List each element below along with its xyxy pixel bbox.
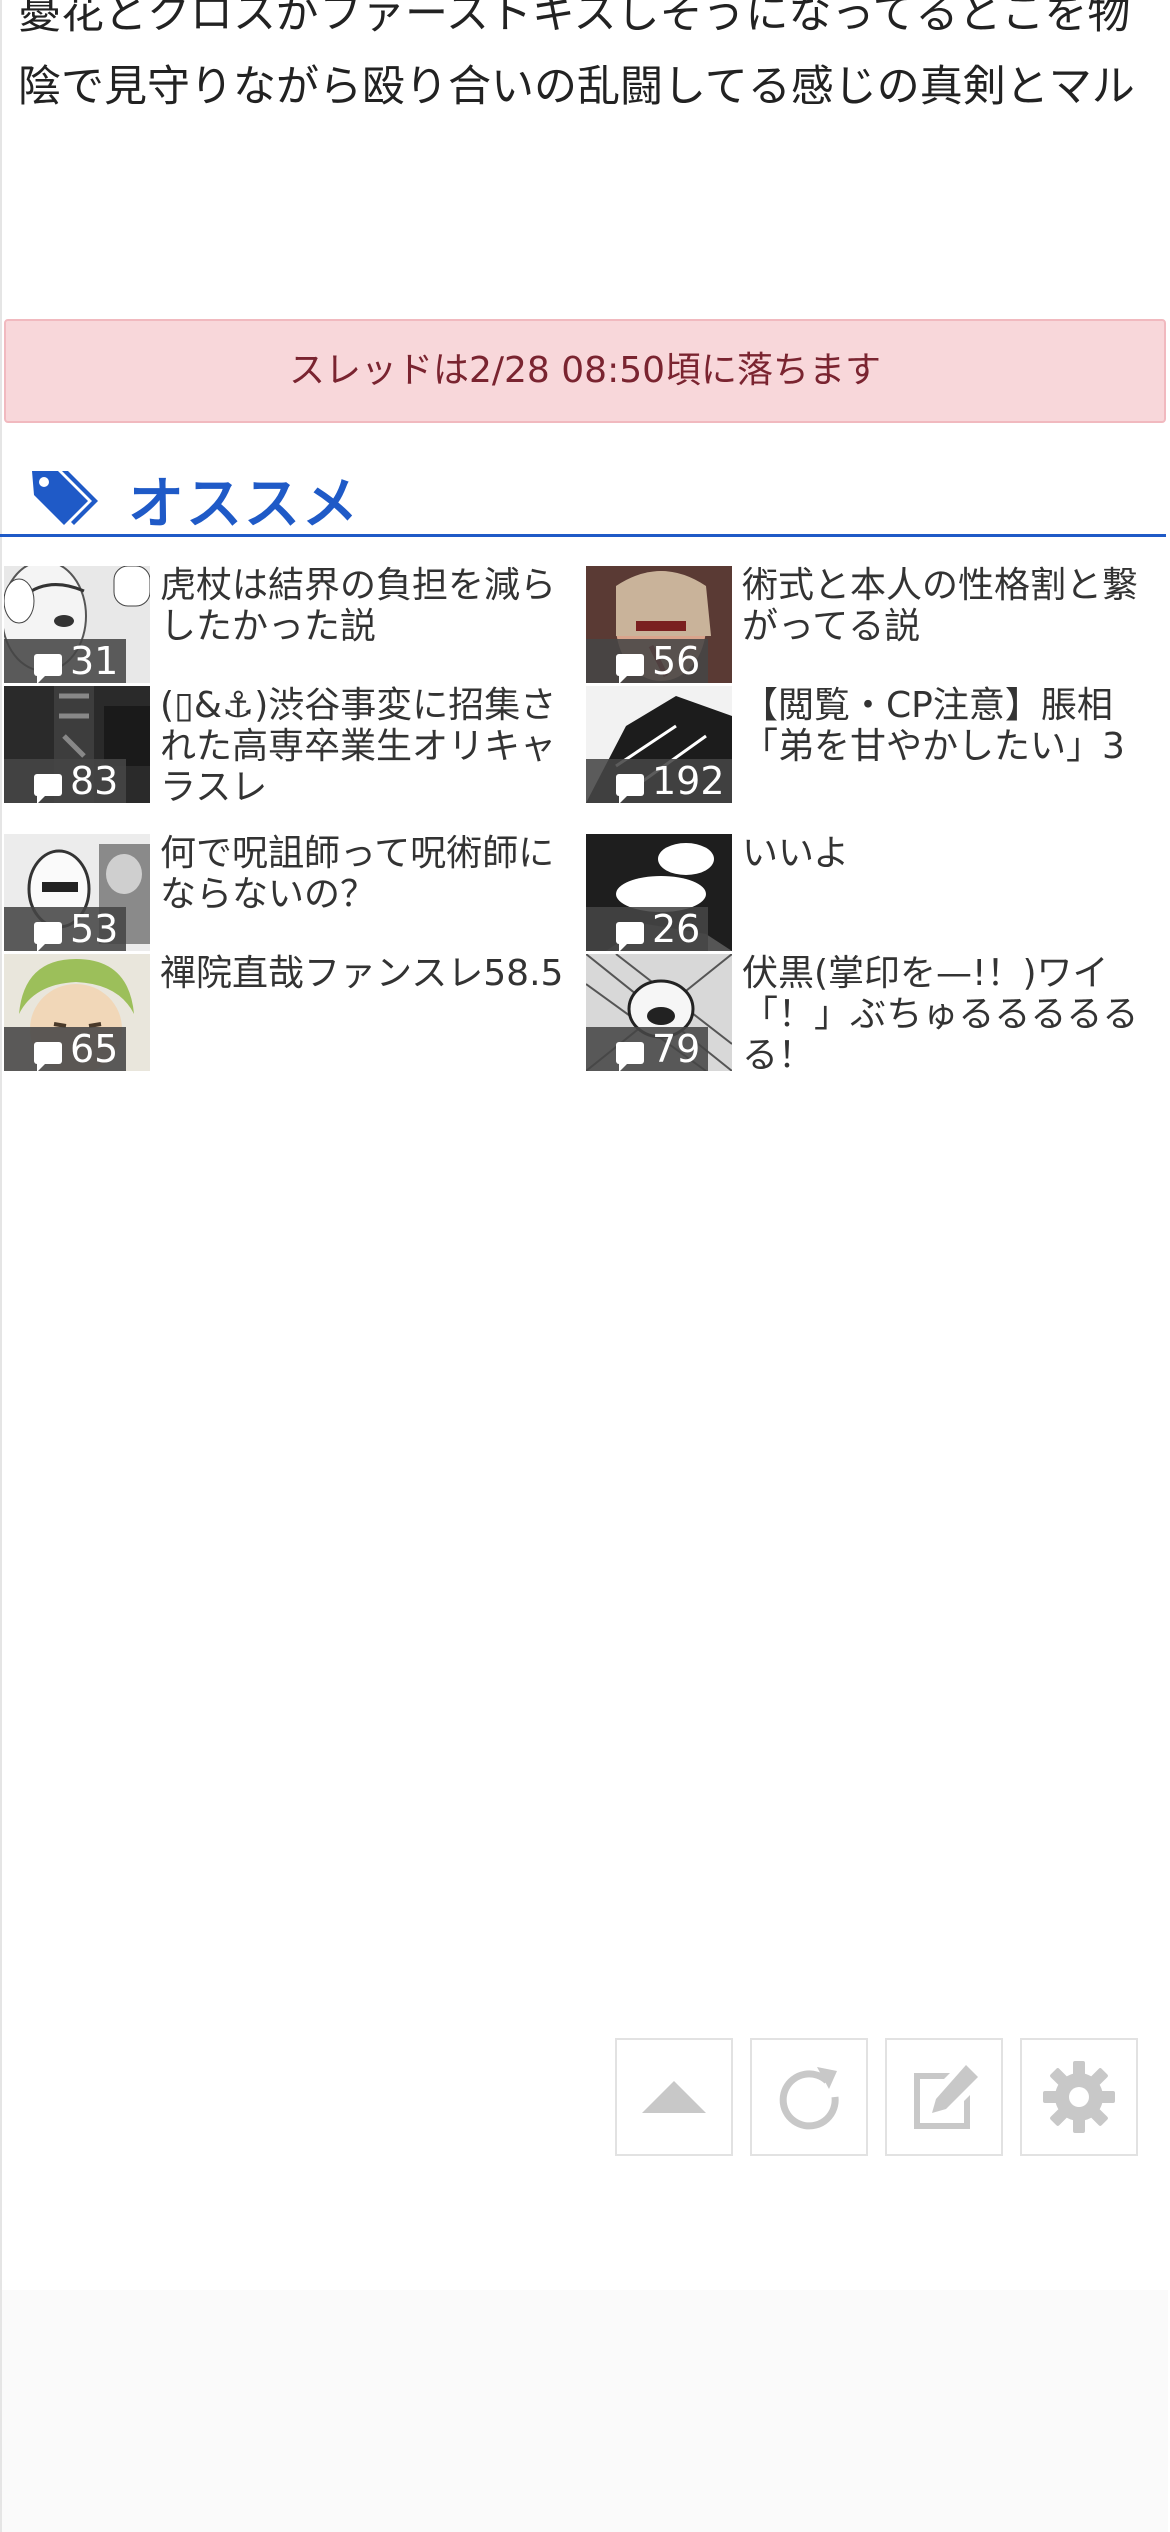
reply-count-badge: 83 xyxy=(4,759,127,803)
recommend-item[interactable]: 31 虎杖は結界の負担を減らしたかった説 xyxy=(0,563,580,683)
recommend-header: オススメ xyxy=(0,455,1166,537)
write-button[interactable] xyxy=(885,2038,1003,2156)
tag-icon xyxy=(32,471,98,525)
reply-count-badge: 79 xyxy=(586,1027,709,1071)
reply-count: 26 xyxy=(652,907,701,951)
reply-count: 79 xyxy=(652,1027,701,1071)
reply-count-badge: 192 xyxy=(586,759,732,803)
comment-icon xyxy=(616,922,644,951)
thread-title-link[interactable]: 何で呪詛師って呪術師にならないの？ xyxy=(160,833,570,915)
comment-icon xyxy=(34,774,62,803)
comment-icon xyxy=(34,1042,62,1071)
recommend-item[interactable]: 26 いいよ xyxy=(582,831,1162,951)
recommend-title: オススメ xyxy=(128,472,360,537)
reply-count: 56 xyxy=(652,639,701,683)
settings-button[interactable] xyxy=(1020,2038,1138,2156)
thread-thumbnail[interactable]: 53 xyxy=(4,834,150,951)
comment-icon xyxy=(34,654,62,683)
thread-title-link[interactable]: 禪院直哉ファンスレ58.5 xyxy=(160,953,570,994)
reply-count-badge: 56 xyxy=(586,639,709,683)
comment-icon xyxy=(616,1042,644,1071)
recommend-grid: 31 虎杖は結界の負担を減らしたかった説 56 術式と本人の性格割と繋がってる説 xyxy=(0,563,1170,1083)
reply-count-badge: 65 xyxy=(4,1027,127,1071)
thread-thumbnail[interactable]: 83 xyxy=(4,686,150,803)
reply-count: 31 xyxy=(70,639,119,683)
thread-thumbnail[interactable]: 26 xyxy=(586,834,732,951)
recommend-item[interactable]: 83 (▯&⚓)渋谷事変に招集された高専卒業生オリキャラスレ xyxy=(0,683,580,808)
footer-area xyxy=(2,2290,1168,2532)
thread-thumbnail[interactable]: 79 xyxy=(586,954,732,1071)
thread-thumbnail[interactable]: 192 xyxy=(586,686,732,803)
recommend-item[interactable]: 192 【閲覧・CP注意】脹相「弟を甘やかしたい」3 xyxy=(582,683,1162,803)
reload-icon xyxy=(779,2067,839,2130)
comment-icon xyxy=(34,922,62,951)
comment-icon xyxy=(616,654,644,683)
post-body-text: 憂花とクロスがファーストキスしそうになってるとこを物陰で見守りながら殴り合いの乱… xyxy=(18,0,1135,112)
thread-title-link[interactable]: 【閲覧・CP注意】脹相「弟を甘やかしたい」3 xyxy=(742,685,1152,767)
recommend-item[interactable]: 79 伏黒(掌印を—!！)ワイ「！」ぶちゅるるるるるる！ xyxy=(582,951,1162,1076)
reply-count-badge: 26 xyxy=(586,907,709,951)
reply-count: 83 xyxy=(70,759,119,803)
thread-thumbnail[interactable]: 65 xyxy=(4,954,150,1071)
edit-icon xyxy=(914,2065,978,2129)
thread-title-link[interactable]: 虎杖は結界の負担を減らしたかった説 xyxy=(160,565,570,647)
reply-count: 192 xyxy=(652,759,725,803)
thread-title-link[interactable]: (▯&⚓)渋谷事変に招集された高専卒業生オリキャラスレ xyxy=(160,685,570,808)
scroll-top-button[interactable] xyxy=(615,2038,733,2156)
gear-icon xyxy=(1043,2061,1115,2133)
reload-button[interactable] xyxy=(750,2038,868,2156)
reply-count-badge: 53 xyxy=(4,907,127,951)
triangle-up-icon xyxy=(642,2081,706,2113)
reply-count: 65 xyxy=(70,1027,119,1071)
thread-title-link[interactable]: いいよ xyxy=(742,833,1152,874)
thread-thumbnail[interactable]: 31 xyxy=(4,566,150,683)
recommend-item[interactable]: 65 禪院直哉ファンスレ58.5 xyxy=(0,951,580,1071)
recommend-item[interactable]: 53 何で呪詛師って呪術師にならないの？ xyxy=(0,831,580,951)
thread-title-link[interactable]: 伏黒(掌印を—!！)ワイ「！」ぶちゅるるるるるる！ xyxy=(742,953,1152,1076)
thread-expiry-notice: スレッドは2/28 08:50頃に落ちます xyxy=(4,319,1166,423)
comment-icon xyxy=(616,774,644,803)
floating-toolbar xyxy=(615,2038,1143,2156)
reply-count-badge: 31 xyxy=(4,639,127,683)
reply-count: 53 xyxy=(70,907,119,951)
recommend-item[interactable]: 56 術式と本人の性格割と繋がってる説 xyxy=(582,563,1162,683)
thread-title-link[interactable]: 術式と本人の性格割と繋がってる説 xyxy=(742,565,1152,647)
thread-thumbnail[interactable]: 56 xyxy=(586,566,732,683)
